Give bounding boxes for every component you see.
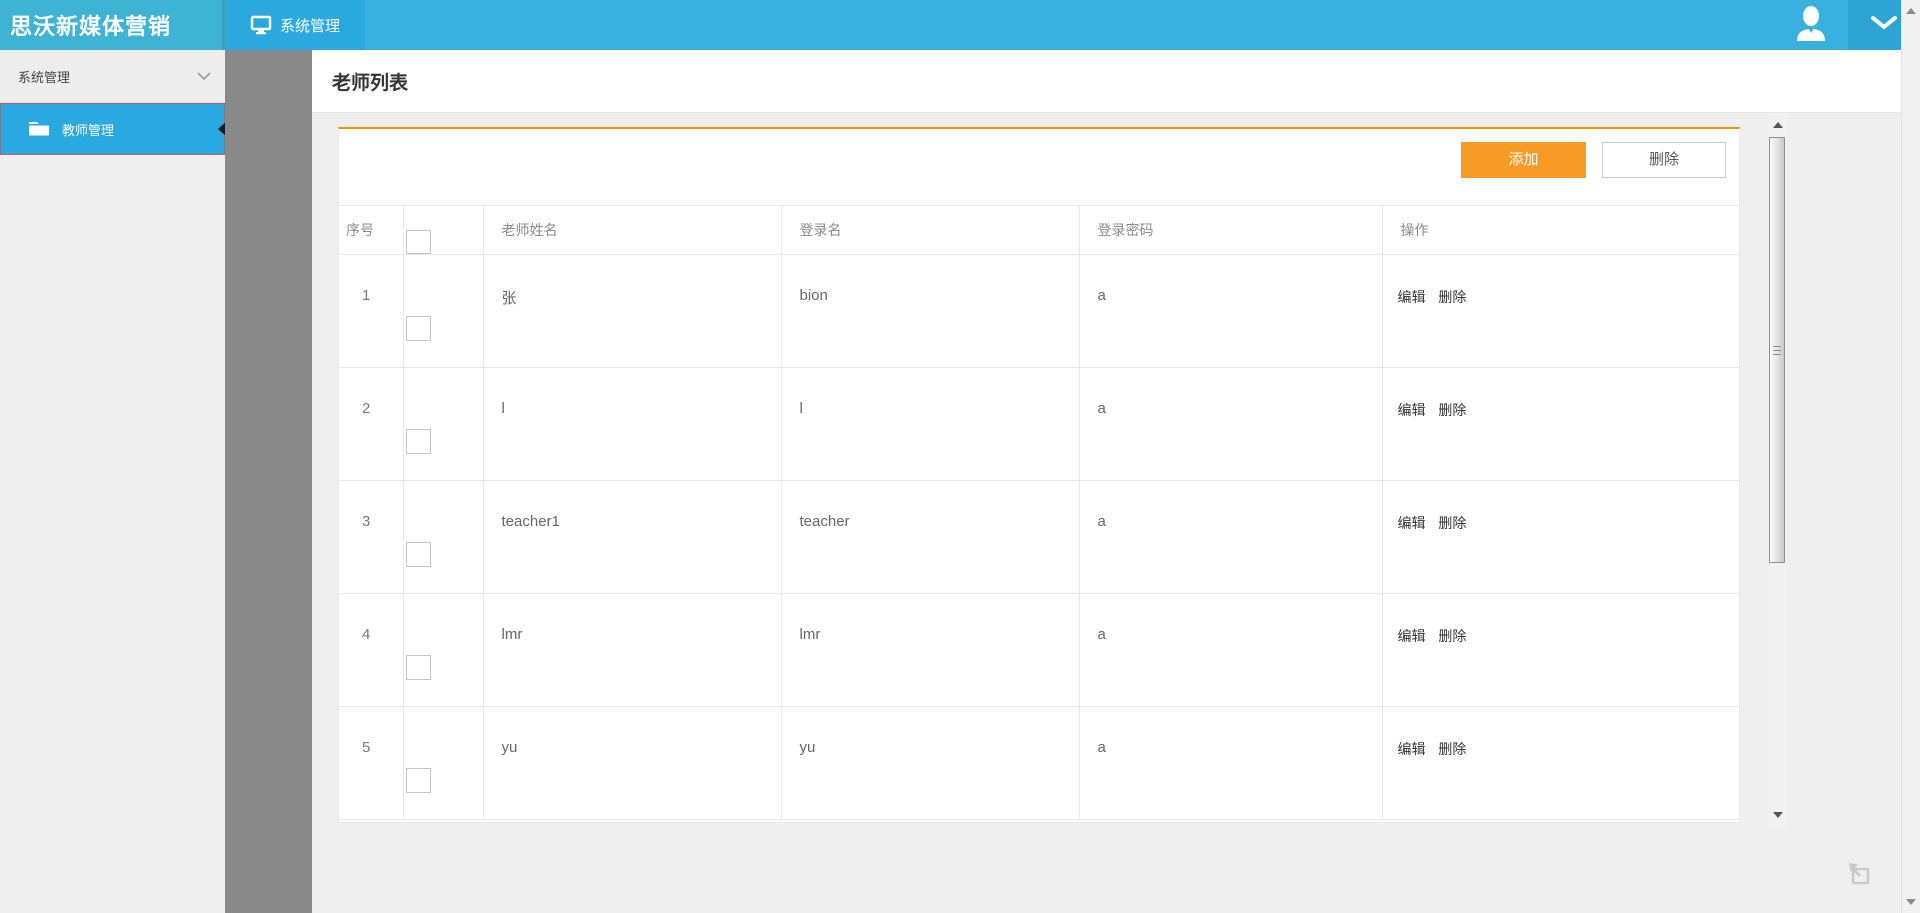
delete-link[interactable]: 删除 <box>1438 515 1466 531</box>
chevron-down-icon <box>1871 16 1897 35</box>
header-spacer <box>365 0 1773 50</box>
table-row: 3 teacher1 teacher a 编辑 删除 <box>339 481 1739 594</box>
edit-link[interactable]: 编辑 <box>1398 402 1426 418</box>
scroll-down-button[interactable] <box>1768 803 1787 827</box>
table-row: 1 张 bion a 编辑 删除 <box>339 255 1739 368</box>
content-scrollbar[interactable] <box>1768 113 1787 827</box>
page-scroll-down-button[interactable] <box>1902 893 1920 911</box>
page-title-bar: 老师列表 <box>312 50 1901 113</box>
nav-tab-system-management[interactable]: 系统管理 <box>225 0 365 50</box>
scrollbar-grip-icon <box>1773 346 1781 355</box>
row-checkbox[interactable] <box>406 429 431 454</box>
triangle-down-icon <box>1906 899 1916 905</box>
teacher-name-cell: lmr <box>483 594 781 707</box>
login-password-cell: a <box>1079 481 1382 594</box>
row-checkbox-cell <box>403 594 483 707</box>
select-all-checkbox[interactable] <box>406 230 431 254</box>
row-actions-cell: 编辑 删除 <box>1382 707 1739 820</box>
folder-icon <box>28 120 50 139</box>
column-header-password: 登录密码 <box>1079 206 1382 255</box>
sidebar-section-system[interactable]: 系统管理 <box>0 50 225 103</box>
teacher-name-cell: 张 <box>483 255 781 368</box>
login-name-cell: teacher <box>781 481 1079 594</box>
delete-link[interactable]: 删除 <box>1438 289 1466 305</box>
column-header-index: 序号 <box>339 206 403 255</box>
row-index: 3 <box>339 481 403 594</box>
sidebar: 系统管理 教师管理 <box>0 50 225 913</box>
row-index: 5 <box>339 707 403 820</box>
login-password-cell: a <box>1079 368 1382 481</box>
table-row: 4 lmr lmr a 编辑 删除 <box>339 594 1739 707</box>
scroll-up-button[interactable] <box>1768 113 1787 137</box>
sidebar-section-label: 系统管理 <box>18 67 197 86</box>
page-scroll-up-button[interactable] <box>1902 2 1920 20</box>
table-row: 2 l l a 编辑 删除 <box>339 368 1739 481</box>
monitor-icon <box>250 15 272 35</box>
row-actions-cell: 编辑 删除 <box>1382 481 1739 594</box>
row-checkbox-cell <box>403 368 483 481</box>
page-scrollbar[interactable] <box>1901 0 1920 913</box>
row-checkbox-cell <box>403 707 483 820</box>
column-header-login: 登录名 <box>781 206 1079 255</box>
delete-link[interactable]: 删除 <box>1438 402 1466 418</box>
triangle-up-icon <box>1906 8 1916 14</box>
delete-link[interactable]: 删除 <box>1438 628 1466 644</box>
app-window: 思沃新媒体营销 系统管理 <box>0 0 1920 913</box>
row-checkbox[interactable] <box>406 542 431 567</box>
add-button[interactable]: 添加 <box>1461 142 1586 178</box>
row-actions-cell: 编辑 删除 <box>1382 368 1739 481</box>
teacher-name-cell: l <box>483 368 781 481</box>
card-toolbar: 添加 删除 <box>339 129 1739 205</box>
teacher-table: 序号 老师姓名 登录名 登录密码 操作 1 张 bion a 编辑 <box>339 205 1739 820</box>
login-name-cell: bion <box>781 255 1079 368</box>
login-name-cell: yu <box>781 707 1079 820</box>
table-header-row: 序号 老师姓名 登录名 登录密码 操作 <box>339 206 1739 255</box>
row-index: 1 <box>339 255 403 368</box>
edit-link[interactable]: 编辑 <box>1398 628 1426 644</box>
user-avatar[interactable] <box>1773 0 1848 50</box>
row-actions-cell: 编辑 删除 <box>1382 255 1739 368</box>
row-index: 4 <box>339 594 403 707</box>
sidebar-gutter <box>225 50 312 913</box>
row-actions-cell: 编辑 删除 <box>1382 594 1739 707</box>
login-password-cell: a <box>1079 707 1382 820</box>
nav-tab-label: 系统管理 <box>280 15 340 36</box>
login-password-cell: a <box>1079 255 1382 368</box>
triangle-up-icon <box>1773 122 1783 128</box>
row-index: 2 <box>339 368 403 481</box>
column-header-ops: 操作 <box>1382 206 1739 255</box>
table-row: 5 yu yu a 编辑 删除 <box>339 707 1739 820</box>
column-header-checkbox <box>403 206 483 255</box>
edit-link[interactable]: 编辑 <box>1398 515 1426 531</box>
teacher-name-cell: yu <box>483 707 781 820</box>
user-icon <box>1794 5 1828 46</box>
triangle-down-icon <box>1773 812 1783 818</box>
delete-link[interactable]: 删除 <box>1438 741 1466 757</box>
delete-button[interactable]: 删除 <box>1602 142 1726 178</box>
chevron-down-icon <box>197 69 211 84</box>
row-checkbox[interactable] <box>406 768 431 793</box>
teacher-name-cell: teacher1 <box>483 481 781 594</box>
table-body: 1 张 bion a 编辑 删除 2 l l a 编辑 删除 3 teacher… <box>339 255 1739 820</box>
row-checkbox-cell <box>403 255 483 368</box>
teacher-list-card: 添加 删除 序号 老师姓名 登录名 登录密码 <box>338 127 1740 823</box>
row-checkbox-cell <box>403 481 483 594</box>
row-checkbox[interactable] <box>406 316 431 341</box>
top-header-bar: 思沃新媒体营销 系统管理 <box>0 0 1920 50</box>
login-name-cell: l <box>781 368 1079 481</box>
row-checkbox[interactable] <box>406 655 431 680</box>
edit-link[interactable]: 编辑 <box>1398 289 1426 305</box>
page-title: 老师列表 <box>332 68 408 95</box>
edit-link[interactable]: 编辑 <box>1398 741 1426 757</box>
app-logo: 思沃新媒体营销 <box>0 0 225 50</box>
login-password-cell: a <box>1079 594 1382 707</box>
sidebar-item-label: 教师管理 <box>62 120 114 139</box>
scrollbar-thumb[interactable] <box>1769 137 1785 563</box>
resize-icon <box>1846 860 1873 887</box>
main-content: 老师列表 添加 删除 序号 老师姓名 <box>312 50 1901 913</box>
login-name-cell: lmr <box>781 594 1079 707</box>
sidebar-item-teacher-management[interactable]: 教师管理 <box>0 103 225 155</box>
column-header-name: 老师姓名 <box>483 206 781 255</box>
